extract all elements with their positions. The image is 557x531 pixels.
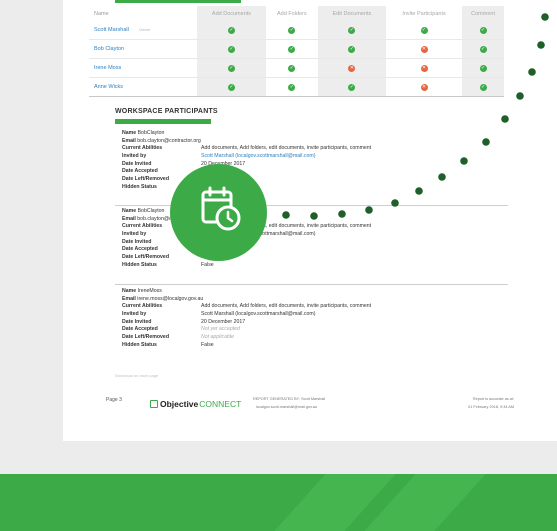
trail-dot bbox=[537, 41, 545, 49]
trail-dot bbox=[415, 187, 423, 195]
trail-dot bbox=[528, 68, 536, 76]
calendar-action-button[interactable] bbox=[170, 164, 267, 261]
trail-dot bbox=[501, 115, 509, 123]
decorative-dot-trail bbox=[282, 13, 549, 220]
trail-dot bbox=[282, 211, 290, 219]
trail-dot bbox=[338, 210, 346, 218]
trail-dot bbox=[310, 212, 318, 220]
trail-dot bbox=[460, 157, 468, 165]
calendar-clock-icon bbox=[201, 186, 241, 231]
trail-dot bbox=[541, 13, 549, 21]
footer-band bbox=[0, 474, 557, 531]
trail-dot bbox=[438, 173, 446, 181]
trail-dot bbox=[365, 206, 373, 214]
trail-dot bbox=[391, 199, 399, 207]
trail-dot bbox=[482, 138, 490, 146]
trail-dot bbox=[516, 92, 524, 100]
